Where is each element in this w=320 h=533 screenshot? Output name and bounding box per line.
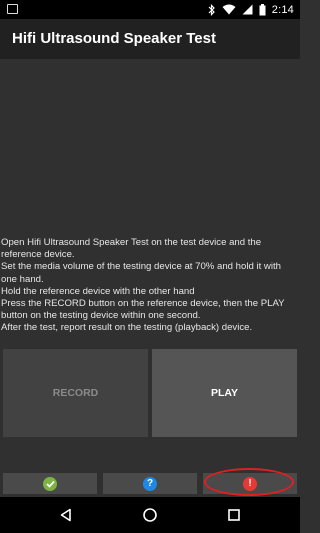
instruction-line: After the test, report result on the tes… [1,322,253,334]
pass-button[interactable] [3,473,97,494]
record-button-label: RECORD [52,387,99,399]
fail-button[interactable]: ! [203,473,297,494]
exclamation-icon: ! [243,476,257,491]
status-bar: 2:14 [0,0,300,19]
check-icon [43,476,57,491]
home-icon[interactable] [140,505,160,525]
notification-icon [7,4,18,14]
instructions-text: Open Hifi Ultrasound Speaker Test on the… [1,237,299,335]
app-bar: Hifi Ultrasound Speaker Test [0,19,300,59]
clock: 2:14 [271,3,294,16]
back-icon[interactable] [56,505,76,525]
page-title: Hifi Ultrasound Speaker Test [12,30,216,47]
play-button-label: PLAY [210,387,239,399]
nav-bar [0,497,300,533]
status-icons: 2:14 [208,0,294,19]
play-button[interactable]: PLAY [152,349,297,437]
info-button[interactable]: ? [103,473,197,494]
question-icon: ? [143,476,157,491]
record-button[interactable]: RECORD [3,349,148,437]
instruction-line: Hold the reference device with the other… [1,285,195,297]
bluetooth-icon [208,3,216,16]
instruction-line: Press the RECORD button on the reference… [1,298,285,322]
recents-icon[interactable] [224,505,244,525]
cellular-icon [242,4,253,15]
instruction-line: Set the media volume of the testing devi… [1,261,281,285]
wifi-icon [222,4,236,15]
battery-icon [259,3,266,16]
instruction-line: Open Hifi Ultrasound Speaker Test on the… [1,237,262,261]
